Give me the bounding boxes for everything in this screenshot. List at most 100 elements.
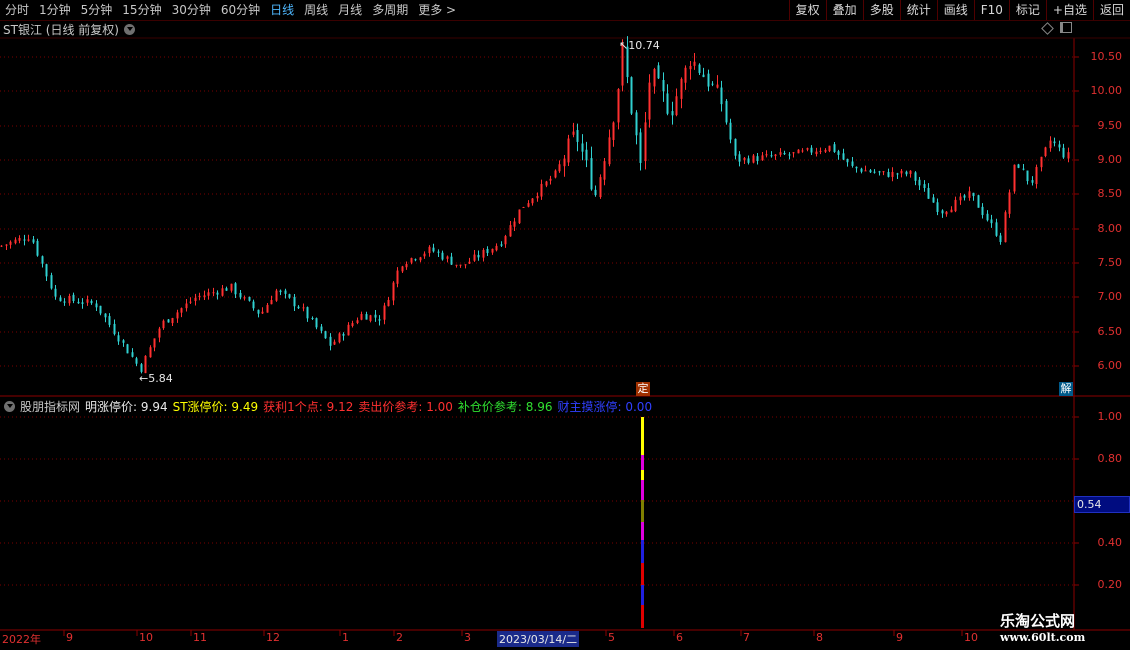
candle-body (968, 191, 971, 198)
candle-body (50, 275, 53, 289)
candle-body (720, 87, 723, 105)
period-tab-5[interactable]: 60分钟 (216, 0, 265, 20)
action-button-6[interactable]: 标记 (1008, 0, 1046, 20)
candle-body (563, 158, 566, 167)
action-button-8[interactable]: 返回 (1092, 0, 1130, 20)
period-tab-4[interactable]: 30分钟 (167, 0, 216, 20)
candle-body (270, 300, 273, 305)
candle-body (698, 64, 701, 73)
candle-body (167, 319, 170, 323)
candle-body (873, 171, 876, 173)
action-button-5[interactable]: F10 (973, 0, 1009, 20)
date-axis: 2022年 9 10 11 12 1 2 3 2023/03/14/二 5 6 7 8 9 10 (0, 630, 1130, 648)
candle-body (486, 249, 489, 254)
price-scale-label: 6.00 (1097, 359, 1123, 372)
candle-body (945, 211, 948, 215)
candle-body (315, 318, 318, 328)
action-button-0[interactable]: 复权 (788, 0, 826, 20)
dropdown-circle-icon[interactable] (4, 400, 15, 412)
period-tab-1[interactable]: 1分钟 (34, 0, 76, 20)
indicator-bar-segment (641, 417, 644, 437)
candle-body (707, 73, 710, 87)
indicator-value-2: 获利1个点: 9.12 (263, 399, 354, 414)
candle-body (918, 179, 921, 186)
chart-title: ST银江 (日线 前复权) (3, 23, 119, 37)
candle-body (464, 264, 467, 266)
indicator-value-0: 明涨停价: 9.94 (85, 399, 168, 414)
period-tab-6[interactable]: 日线 (265, 0, 299, 20)
candle-body (365, 314, 368, 320)
candle-body (320, 326, 323, 331)
action-button-4[interactable]: 画线 (936, 0, 974, 20)
date-label: 10 (139, 631, 153, 644)
date-label: 8 (816, 631, 823, 644)
diamond-icon[interactable] (1041, 22, 1054, 35)
panel-toggle-icon[interactable] (1060, 22, 1072, 33)
candle-body (279, 290, 282, 293)
period-tab-3[interactable]: 15分钟 (117, 0, 166, 20)
indicator-bar-segment (641, 563, 644, 585)
candle-body (9, 241, 12, 245)
action-button-7[interactable]: +自选 (1045, 0, 1093, 20)
candle-body (212, 292, 215, 294)
candle-body (77, 301, 80, 304)
period-tab-0[interactable]: 分时 (0, 0, 34, 20)
candle-body (302, 307, 305, 309)
candle-body (392, 282, 395, 301)
indicator-value-5: 财主摸涨停: 0.00 (557, 399, 653, 414)
candle-body (842, 153, 845, 160)
candle-body (981, 206, 984, 216)
candle-body (882, 171, 885, 173)
candle-body (702, 74, 705, 78)
action-button-3[interactable]: 统计 (899, 0, 937, 20)
action-button-2[interactable]: 多股 (862, 0, 900, 20)
candle-body (257, 309, 260, 314)
candle-body (45, 264, 48, 277)
candle-body (675, 96, 678, 116)
candle-body (810, 147, 813, 153)
candle-body (0, 245, 3, 247)
candle-body (59, 297, 62, 302)
candle-body (113, 323, 116, 335)
chart-corner-icons (1041, 22, 1072, 35)
candle-body (297, 306, 300, 309)
candle-body (662, 80, 665, 92)
candle-body (851, 161, 854, 166)
kline-chart[interactable] (0, 0, 1130, 650)
candle-body (599, 177, 602, 198)
candle-body (972, 192, 975, 197)
candle-body (410, 258, 413, 263)
current-value: 0.54 (1077, 498, 1102, 511)
candle-body (207, 292, 210, 296)
period-tab-7[interactable]: 周线 (299, 0, 333, 20)
candle-body (1031, 180, 1034, 183)
candle-body (153, 338, 156, 348)
candle-body (887, 171, 890, 177)
candle-body (774, 154, 777, 157)
price-scale-label: 6.50 (1097, 325, 1123, 338)
candle-body (797, 149, 800, 154)
candle-body (356, 320, 359, 324)
dropdown-circle-icon[interactable] (123, 24, 135, 35)
candle-body (567, 138, 570, 163)
indicator-bar-segment (641, 585, 644, 605)
tag-jie[interactable]: 解 (1059, 382, 1073, 396)
candle-body (941, 210, 944, 214)
candle-body (545, 181, 548, 186)
action-button-1[interactable]: 叠加 (825, 0, 863, 20)
period-tab-9[interactable]: 多周期 (367, 0, 413, 20)
candle-body (149, 347, 152, 358)
candle-body (689, 65, 692, 70)
period-tab-8[interactable]: 月线 (333, 0, 367, 20)
candle-body (527, 203, 530, 207)
candle-body (72, 294, 75, 301)
candle-body (333, 341, 336, 345)
candle-body (540, 183, 543, 197)
candle-body (509, 225, 512, 237)
candle-body (140, 364, 143, 372)
period-tab-2[interactable]: 5分钟 (76, 0, 118, 20)
indicator-bar-segment (641, 470, 644, 480)
tag-ding[interactable]: 定 (636, 382, 650, 396)
period-tab-10[interactable]: 更多 > (413, 0, 461, 20)
candle-body (572, 131, 575, 135)
